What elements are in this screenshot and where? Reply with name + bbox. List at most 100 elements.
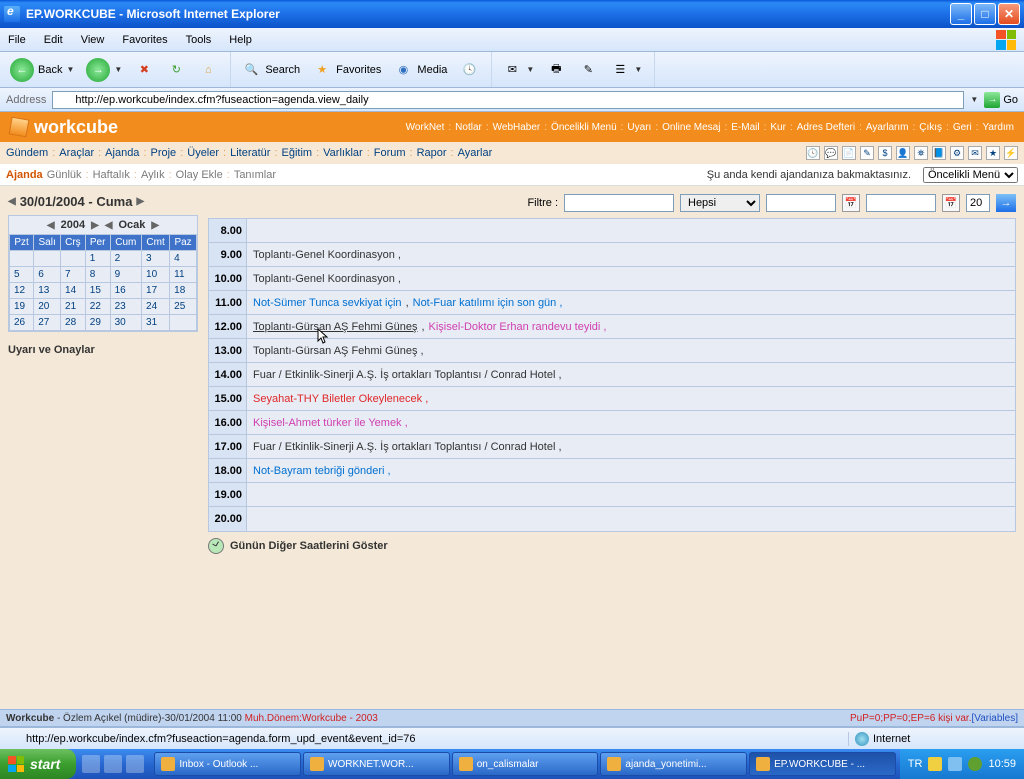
nav-icon-3[interactable]: 📄 [842, 146, 856, 160]
prev-year-button[interactable]: ◀ [47, 220, 55, 231]
home-button[interactable]: ⌂ [194, 58, 222, 82]
nav-icon-4[interactable]: ✎ [860, 146, 874, 160]
cal-day[interactable]: 15 [85, 283, 110, 299]
close-button[interactable]: ✕ [998, 3, 1020, 25]
nav-icon-6[interactable]: 👤 [896, 146, 910, 160]
agenda-cell[interactable]: Not-Sümer Tunca sevkiyat için,Not-Fuar k… [247, 291, 1015, 314]
nav-araçlar[interactable]: Araçlar [59, 147, 94, 159]
subnav-weekly[interactable]: Haftalık [93, 169, 130, 181]
toplink-0[interactable]: WorkNet [406, 122, 445, 133]
task-button[interactable]: WORKNET.WOR... [303, 752, 450, 776]
agenda-event[interactable]: Toplantı-Genel Koordinasyon , [253, 273, 401, 285]
toplink-11[interactable]: Geri [953, 122, 972, 133]
nav-icon-5[interactable]: $ [878, 146, 892, 160]
nav-ayarlar[interactable]: Ayarlar [458, 147, 493, 159]
menu-favorites[interactable]: Favorites [122, 34, 167, 46]
next-day-button[interactable]: ▶ [136, 196, 144, 207]
status-variables-link[interactable]: [Variables] [971, 713, 1018, 724]
cal-day[interactable]: 12 [10, 283, 34, 299]
agenda-event[interactable]: Toplantı-Gürsan AŞ Fehmi Güneş , [253, 345, 424, 357]
cal-day[interactable]: 7 [61, 267, 86, 283]
nav-literatür[interactable]: Literatür [230, 147, 270, 159]
edit-button[interactable]: ✎ [574, 58, 602, 82]
mail-button[interactable]: ✉▼ [498, 58, 538, 82]
nav-forum[interactable]: Forum [374, 147, 406, 159]
date-picker-1-icon[interactable]: 📅 [842, 194, 860, 212]
cal-day[interactable]: 26 [10, 315, 34, 331]
minimize-button[interactable]: _ [950, 3, 972, 25]
agenda-cell[interactable]: Fuar / Etkinlik-Sinerji A.Ş. İş ortaklar… [247, 435, 1015, 458]
filter-date1-input[interactable] [766, 194, 836, 212]
toplink-8[interactable]: Adres Defteri [797, 122, 855, 133]
cal-day[interactable]: 1 [85, 251, 110, 267]
cal-day[interactable]: 20 [34, 299, 61, 315]
task-button[interactable]: on_calismalar [452, 752, 599, 776]
ql-icon-2[interactable] [104, 755, 122, 773]
favorites-button[interactable]: ★Favorites [308, 58, 385, 82]
cal-day[interactable]: 18 [170, 283, 197, 299]
filter-text-input[interactable] [564, 194, 674, 212]
cal-day[interactable]: 21 [61, 299, 86, 315]
agenda-event[interactable]: Not-Fuar katılımı için son gün , [413, 297, 563, 309]
agenda-event[interactable]: Toplantı-Genel Koordinasyon , [253, 249, 401, 261]
priority-menu-select[interactable]: Öncelikli Menü [923, 167, 1018, 183]
cal-day[interactable]: 31 [142, 315, 170, 331]
agenda-cell[interactable] [247, 219, 1015, 242]
cal-day[interactable]: 23 [110, 299, 141, 315]
agenda-event[interactable]: Kişisel-Ahmet türker ile Yemek , [253, 417, 408, 429]
address-input[interactable]: http://ep.workcube/index.cfm?fuseaction=… [52, 91, 964, 109]
agenda-cell[interactable]: Seyahat-THY Biletler Okeylenecek , [247, 387, 1015, 410]
cal-day[interactable]: 2 [110, 251, 141, 267]
next-year-button[interactable]: ▶ [91, 220, 99, 231]
filter-count-input[interactable] [966, 194, 990, 212]
toplink-12[interactable]: Yardım [983, 122, 1015, 133]
cal-day[interactable]: 9 [110, 267, 141, 283]
agenda-event[interactable]: Kişisel-Doktor Erhan randevu teyidi , [429, 321, 607, 333]
toplink-2[interactable]: WebHaber [493, 122, 541, 133]
cal-day[interactable]: 29 [85, 315, 110, 331]
start-button[interactable]: start [0, 749, 76, 779]
task-button[interactable]: ajanda_yonetimi... [600, 752, 747, 776]
clock[interactable]: 10:59 [988, 758, 1016, 770]
menu-file[interactable]: File [8, 34, 26, 46]
task-button[interactable]: EP.WORKCUBE - ... [749, 752, 896, 776]
agenda-cell[interactable]: Toplantı-Genel Koordinasyon , [247, 267, 1015, 290]
nav-ajanda[interactable]: Ajanda [105, 147, 139, 159]
agenda-cell[interactable]: Kişisel-Ahmet türker ile Yemek , [247, 411, 1015, 434]
cal-day[interactable]: 25 [170, 299, 197, 315]
menu-tools[interactable]: Tools [186, 34, 212, 46]
agenda-cell[interactable] [247, 483, 1015, 506]
cal-day[interactable]: 16 [110, 283, 141, 299]
print-button[interactable]: 🖶 [542, 58, 570, 82]
tray-icon-3[interactable] [968, 757, 982, 771]
toplink-10[interactable]: Çıkış [919, 122, 942, 133]
agenda-cell[interactable] [247, 507, 1015, 531]
cal-day[interactable]: 13 [34, 283, 61, 299]
agenda-cell[interactable]: Toplantı-Gürsan AŞ Fehmi Güneş,Kişisel-D… [247, 315, 1015, 338]
agenda-event[interactable]: Fuar / Etkinlik-Sinerji A.Ş. İş ortaklar… [253, 441, 562, 453]
cal-day[interactable]: 28 [61, 315, 86, 331]
cal-day[interactable]: 6 [34, 267, 61, 283]
agenda-event[interactable]: Fuar / Etkinlik-Sinerji A.Ş. İş ortaklar… [253, 369, 562, 381]
toplink-6[interactable]: E-Mail [731, 122, 759, 133]
nav-rapor[interactable]: Rapor [417, 147, 447, 159]
cal-day[interactable]: 14 [61, 283, 86, 299]
tray-icon-1[interactable] [928, 757, 942, 771]
nav-varlıklar[interactable]: Varlıklar [323, 147, 363, 159]
search-button[interactable]: 🔍Search [237, 58, 304, 82]
subnav-monthly[interactable]: Aylık [141, 169, 165, 181]
forward-button[interactable]: → ▼ [82, 56, 126, 84]
next-month-button[interactable]: ▶ [151, 220, 159, 231]
prev-month-button[interactable]: ◀ [105, 220, 113, 231]
toplink-7[interactable]: Kur [770, 122, 786, 133]
nav-eğitim[interactable]: Eğitim [282, 147, 313, 159]
toplink-4[interactable]: Uyarı [627, 122, 651, 133]
nav-icon-8[interactable]: 📘 [932, 146, 946, 160]
agenda-event[interactable]: Not-Bayram tebriği gönderi , [253, 465, 391, 477]
cal-day[interactable]: 8 [85, 267, 110, 283]
history-button[interactable]: 🕓 [455, 58, 483, 82]
nav-gündem[interactable]: Gündem [6, 147, 48, 159]
agenda-cell[interactable]: Toplantı-Gürsan AŞ Fehmi Güneş , [247, 339, 1015, 362]
agenda-event[interactable]: , [421, 321, 424, 333]
cal-day[interactable]: 11 [170, 267, 197, 283]
